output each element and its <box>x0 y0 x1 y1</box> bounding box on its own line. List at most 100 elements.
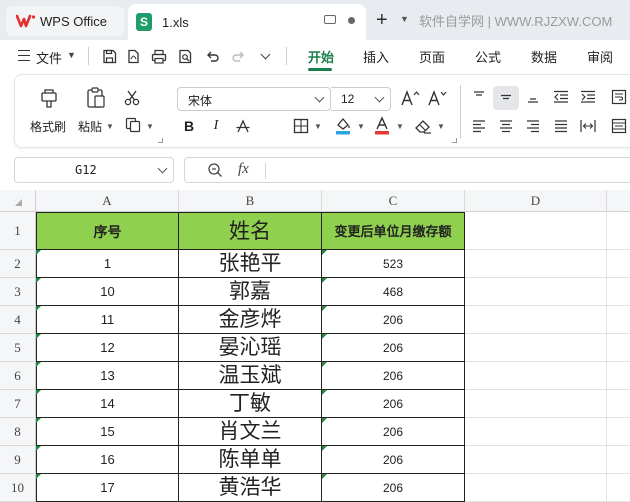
select-all-corner[interactable] <box>0 190 36 212</box>
font-color-chevron-icon[interactable]: ▼ <box>396 122 404 131</box>
font-dialog-launcher[interactable] <box>452 138 457 143</box>
fill-color-icon[interactable] <box>332 115 354 137</box>
row-header-2[interactable]: 2 <box>0 250 36 278</box>
header-cell-name[interactable]: 姓名 <box>179 212 322 250</box>
tab-data[interactable]: 数据 <box>531 47 557 66</box>
chevron-down-icon[interactable] <box>314 92 325 103</box>
formula-input[interactable]: fx <box>184 157 630 183</box>
cell-name[interactable]: 晏沁瑶 <box>179 334 322 362</box>
empty-cell[interactable] <box>607 418 630 446</box>
font-color-icon[interactable] <box>371 115 393 137</box>
align-top-icon[interactable] <box>469 87 489 107</box>
merge-cells-icon[interactable] <box>609 116 629 136</box>
format-painter-label[interactable]: 格式刷 <box>30 118 66 135</box>
row-header-4[interactable]: 4 <box>0 306 36 334</box>
wrap-text-icon[interactable] <box>609 87 629 107</box>
clipboard-dialog-launcher[interactable] <box>158 138 163 143</box>
chevron-down-icon[interactable] <box>374 92 385 103</box>
file-menu-chevron-icon[interactable]: ▼ <box>67 50 76 60</box>
empty-cell[interactable] <box>607 334 630 362</box>
tab-home[interactable]: 开始 <box>308 47 334 66</box>
distributed-align-icon[interactable] <box>578 116 598 136</box>
align-middle-icon[interactable] <box>496 87 516 107</box>
paste-icon[interactable] <box>82 85 110 111</box>
cell-name[interactable]: 黄浩华 <box>179 474 322 502</box>
row-header-7[interactable]: 7 <box>0 390 36 418</box>
cell-no[interactable]: 10 <box>36 278 179 306</box>
column-header-c[interactable]: C <box>322 190 465 212</box>
cell-no[interactable]: 14 <box>36 390 179 418</box>
cell-amount[interactable]: 206 <box>322 418 465 446</box>
column-header-e[interactable] <box>607 190 630 212</box>
cell-no[interactable]: 1 <box>36 250 179 278</box>
format-painter-icon[interactable] <box>35 85 63 111</box>
cell-amount[interactable]: 468 <box>322 278 465 306</box>
increase-indent-icon[interactable] <box>578 87 598 107</box>
fill-color-chevron-icon[interactable]: ▼ <box>357 122 365 131</box>
empty-cell[interactable] <box>607 278 630 306</box>
cell-name[interactable]: 陈单单 <box>179 446 322 474</box>
align-right-icon[interactable] <box>523 116 543 136</box>
cell-name[interactable]: 丁敏 <box>179 390 322 418</box>
unsaved-dot-icon[interactable] <box>348 17 355 24</box>
chevron-down-icon[interactable] <box>157 163 168 174</box>
cell-name[interactable]: 郭嘉 <box>179 278 322 306</box>
decrease-font-size-icon[interactable] <box>426 87 448 109</box>
row-header-5[interactable]: 5 <box>0 334 36 362</box>
decrease-indent-icon[interactable] <box>551 87 571 107</box>
row-header-6[interactable]: 6 <box>0 362 36 390</box>
borders-icon[interactable] <box>291 116 311 136</box>
align-bottom-icon[interactable] <box>523 87 543 107</box>
cell-amount[interactable]: 206 <box>322 390 465 418</box>
hamburger-menu-icon[interactable] <box>18 50 30 61</box>
tab-review[interactable]: 审阅 <box>587 47 613 66</box>
empty-cell[interactable] <box>465 212 607 250</box>
name-box[interactable]: G12 <box>14 157 174 183</box>
cell-no[interactable]: 12 <box>36 334 179 362</box>
spreadsheet-grid[interactable]: A B C D 1 2 3 4 5 6 7 8 9 10 序号 姓名 变更后单位… <box>0 190 630 502</box>
zoom-lookup-icon[interactable] <box>207 162 223 181</box>
column-header-a[interactable]: A <box>36 190 179 212</box>
cell-no[interactable]: 13 <box>36 362 179 390</box>
paste-chevron-icon[interactable]: ▼ <box>106 122 114 131</box>
copy-chevron-icon[interactable]: ▼ <box>146 122 154 131</box>
empty-cell[interactable] <box>465 418 607 446</box>
header-cell-no[interactable]: 序号 <box>36 212 179 250</box>
document-tab[interactable]: S 1.xls <box>128 4 366 40</box>
cell-amount[interactable]: 206 <box>322 446 465 474</box>
undo-icon[interactable] <box>203 47 221 65</box>
empty-cell[interactable] <box>465 390 607 418</box>
font-size-select[interactable]: 12 <box>331 87 391 111</box>
empty-cell[interactable] <box>465 474 607 502</box>
save-icon[interactable] <box>100 47 118 65</box>
empty-cell[interactable] <box>607 390 630 418</box>
copy-icon[interactable] <box>123 115 143 135</box>
empty-cell[interactable] <box>607 474 630 502</box>
cell-no[interactable]: 15 <box>36 418 179 446</box>
export-pdf-icon[interactable] <box>124 47 142 65</box>
font-family-select[interactable]: 宋体 <box>177 87 331 111</box>
cell-name[interactable]: 张艳平 <box>179 250 322 278</box>
empty-cell[interactable] <box>607 306 630 334</box>
borders-chevron-icon[interactable]: ▼ <box>314 122 322 131</box>
wps-home-tab[interactable]: WPS Office <box>6 6 124 36</box>
empty-cell[interactable] <box>607 250 630 278</box>
empty-cell[interactable] <box>465 334 607 362</box>
tab-insert[interactable]: 插入 <box>363 47 389 66</box>
cell-name[interactable]: 金彦烨 <box>179 306 322 334</box>
empty-cell[interactable] <box>465 250 607 278</box>
empty-cell[interactable] <box>465 362 607 390</box>
redo-icon[interactable] <box>229 47 247 65</box>
justify-icon[interactable] <box>551 116 571 136</box>
print-preview-icon[interactable] <box>176 47 194 65</box>
clear-format-eraser-icon[interactable] <box>412 115 434 137</box>
print-icon[interactable] <box>150 47 168 65</box>
italic-icon[interactable]: I <box>206 116 226 136</box>
increase-font-size-icon[interactable] <box>399 87 421 109</box>
paste-label[interactable]: 粘贴 <box>78 118 102 135</box>
align-center-icon[interactable] <box>496 116 516 136</box>
cell-no[interactable]: 16 <box>36 446 179 474</box>
column-header-b[interactable]: B <box>179 190 322 212</box>
clear-chevron-icon[interactable]: ▼ <box>437 122 445 131</box>
cell-amount[interactable]: 523 <box>322 250 465 278</box>
